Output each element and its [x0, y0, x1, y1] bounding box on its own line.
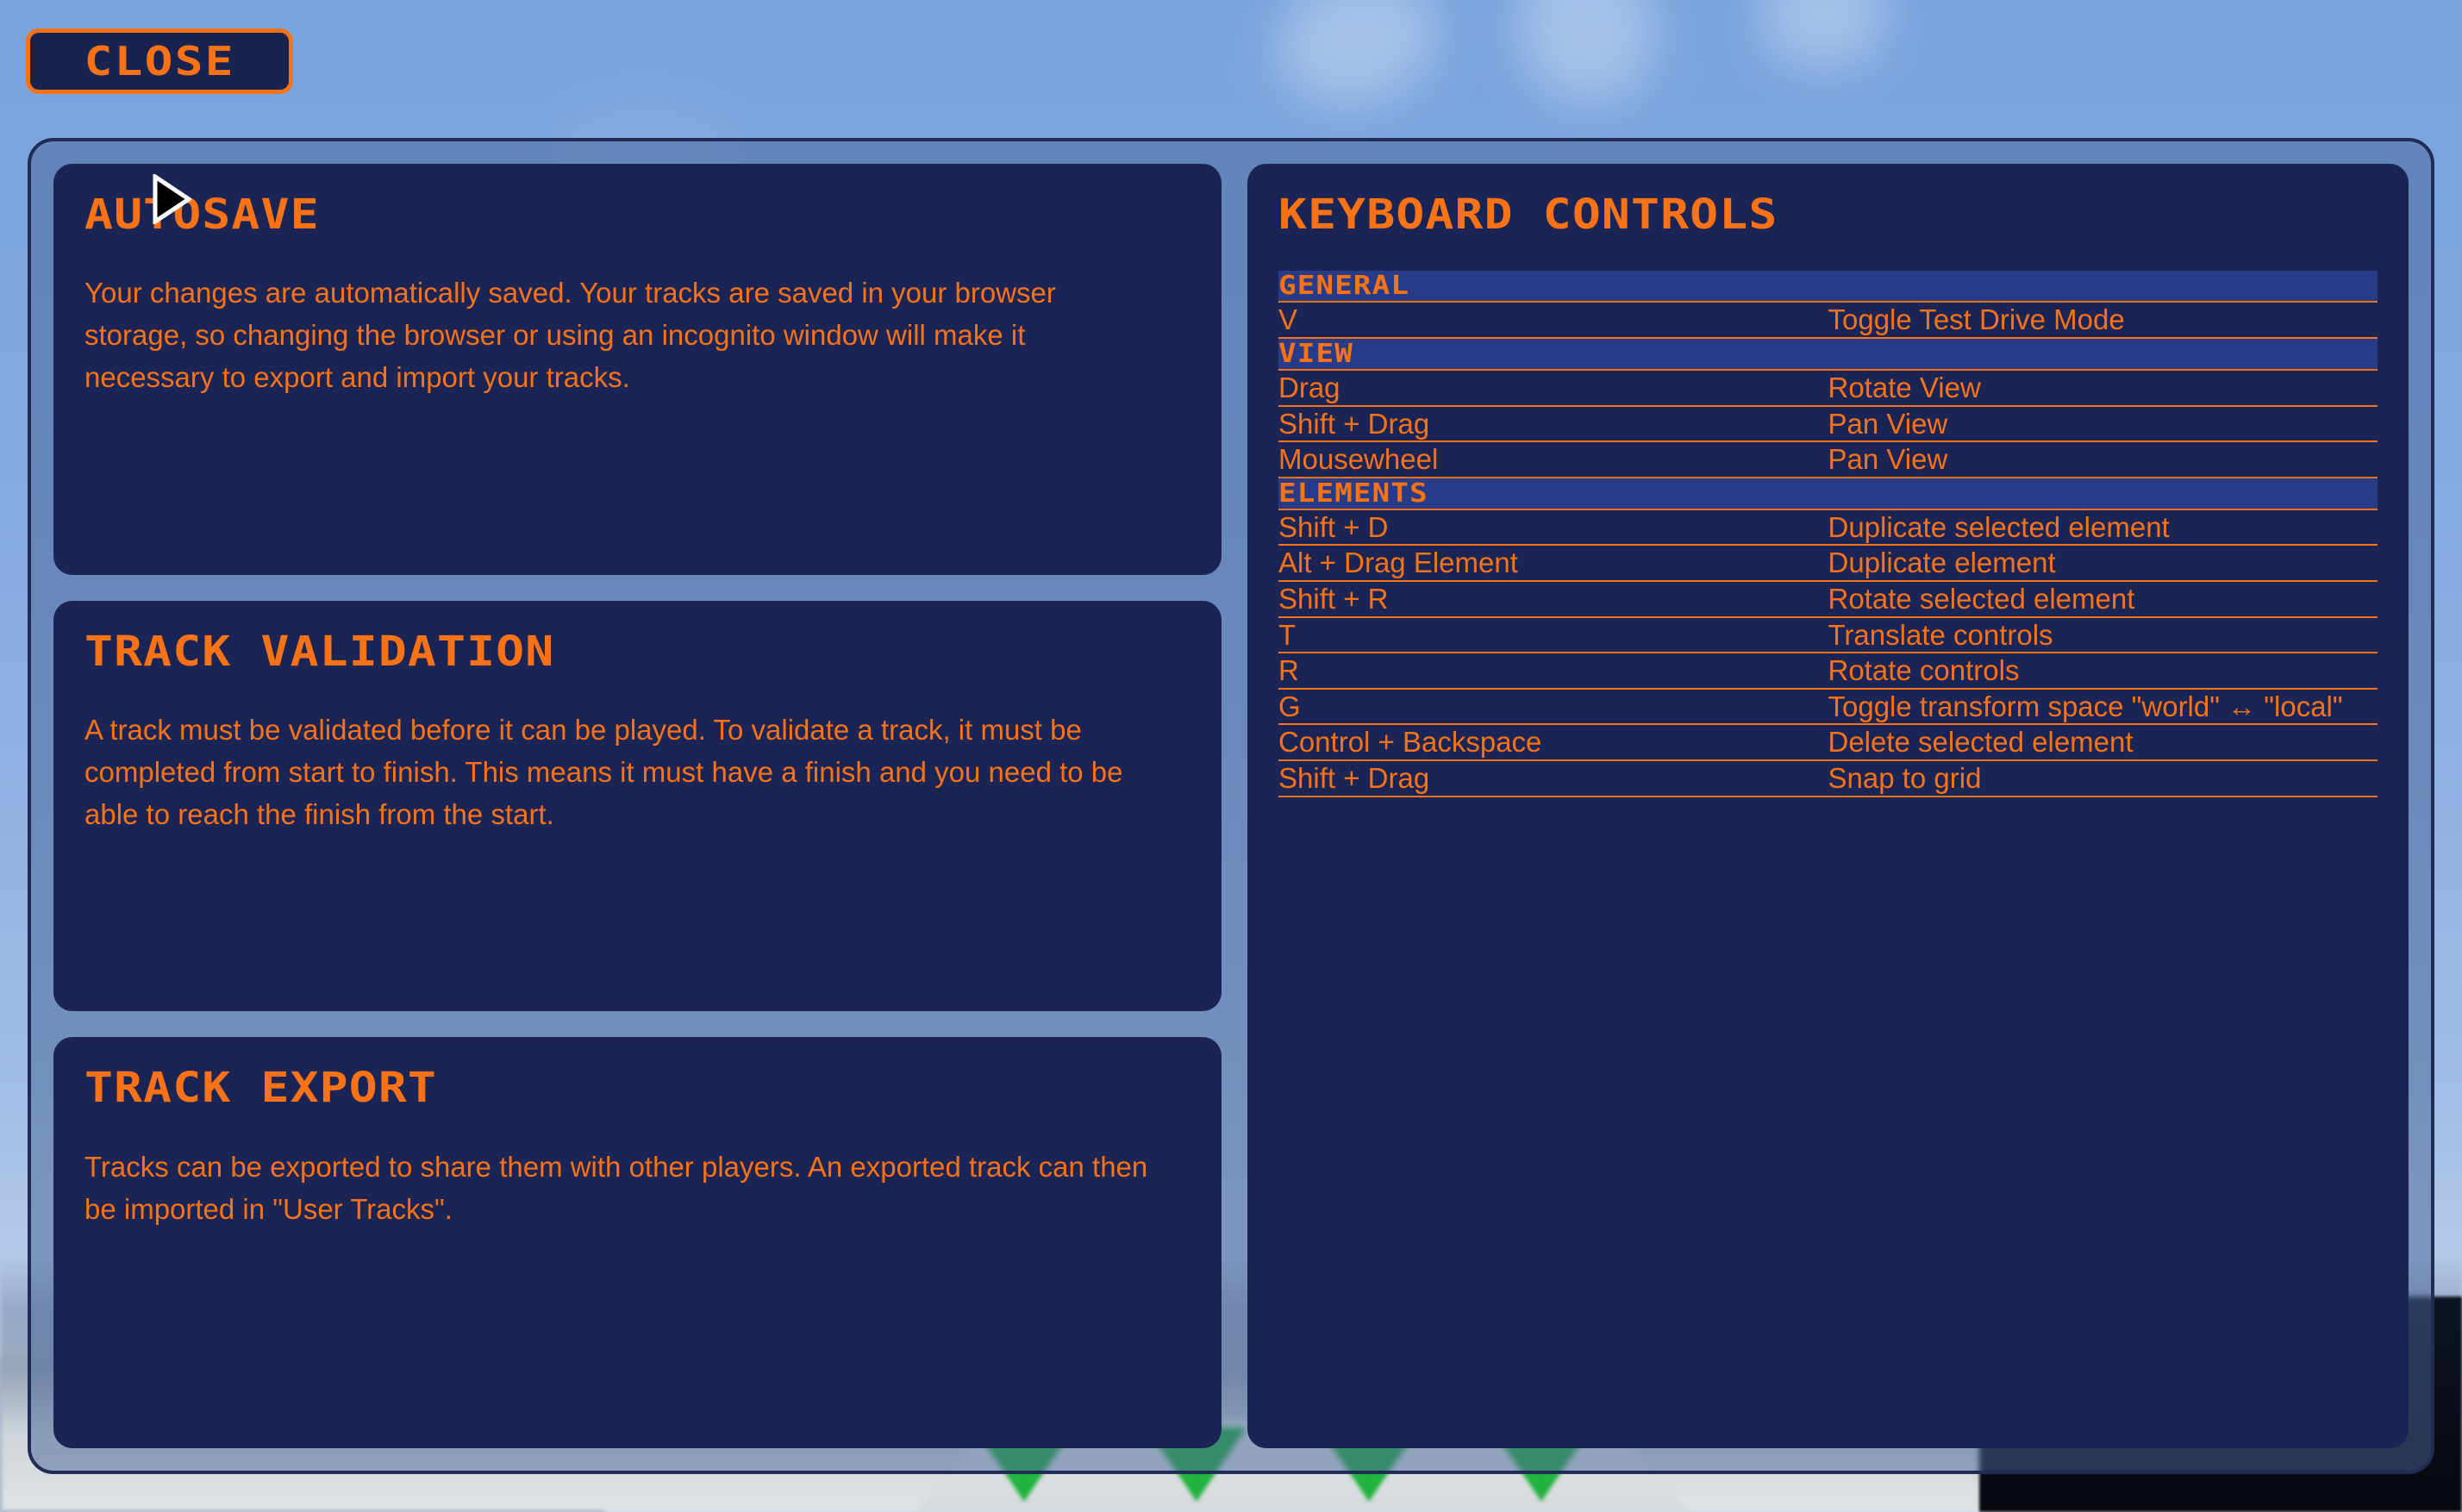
controls-key: Drag — [1278, 369, 1828, 407]
controls-row: G Toggle transform space "world" ↔ "local… — [1278, 688, 2378, 726]
autosave-body: Your changes are automatically saved. Yo… — [84, 277, 1056, 394]
controls-section-label: GENERAL — [1278, 271, 1410, 302]
cloud — [1503, 0, 1670, 116]
controls-description: Pan View — [1828, 405, 2378, 443]
controls-description: Pan View — [1828, 441, 2378, 478]
controls-description: Snap to grid — [1828, 759, 2378, 797]
track-export-body: Tracks can be exported to share them wit… — [84, 1150, 1148, 1225]
controls-description: Translate controls — [1828, 616, 2378, 654]
controls-row: T Translate controls — [1278, 616, 2378, 654]
controls-row: V Toggle Test Drive Mode — [1278, 302, 2378, 339]
track-validation-title: TRACK VALIDATION — [84, 627, 555, 676]
controls-description: Rotate controls — [1828, 653, 2378, 690]
controls-row: Shift + Drag Pan View — [1278, 405, 2378, 443]
controls-section-header: GENERAL — [1278, 271, 2378, 303]
controls-row: Shift + R Rotate selected element — [1278, 580, 2378, 618]
track-export-card: TRACK EXPORT Tracks can be exported to s… — [53, 1037, 1222, 1449]
controls-row: Shift + D Duplicate selected element — [1278, 509, 2378, 547]
controls-description: Delete selected element — [1828, 724, 2378, 761]
controls-key: Control + Backspace — [1278, 724, 1828, 761]
controls-key: Shift + D — [1278, 509, 1828, 547]
controls-description: Rotate View — [1828, 369, 2378, 407]
controls-key: T — [1278, 616, 1828, 654]
controls-key: Mousewheel — [1278, 441, 1828, 478]
close-button-label: CLOSE — [84, 38, 235, 84]
controls-section-label: ELEMENTS — [1278, 478, 1428, 509]
controls-key: Shift + R — [1278, 580, 1828, 618]
controls-key: G — [1278, 688, 1828, 726]
controls-row: R Rotate controls — [1278, 653, 2378, 690]
track-validation-body: A track must be validated before it can … — [84, 714, 1123, 830]
controls-section-header-cell: ELEMENTS — [1278, 477, 2378, 510]
controls-description: Rotate selected element — [1828, 580, 2378, 618]
keyboard-controls-card: KEYBOARD CONTROLS GENERAL V Toggle Test Dr… — [1247, 164, 2409, 1448]
controls-row: Mousewheel Pan View — [1278, 441, 2378, 478]
controls-section-header: ELEMENTS — [1278, 477, 2378, 510]
controls-description: Duplicate selected element — [1828, 509, 2378, 547]
controls-description: Duplicate element — [1828, 545, 2378, 582]
controls-section-header-cell: GENERAL — [1278, 271, 2378, 303]
controls-row: Control + Backspace Delete selected eleme… — [1278, 724, 2378, 761]
info-column: AUTOSAVE Your changes are automatically … — [53, 164, 1222, 1449]
cloud — [1759, 0, 1888, 69]
controls-row: Shift + Drag Snap to grid — [1278, 759, 2378, 797]
controls-key: Shift + Drag — [1278, 405, 1828, 443]
controls-description: Toggle transform space "world" ↔ "local" — [1828, 688, 2378, 726]
keyboard-controls-table: GENERAL V Toggle Test Drive Mode VIEW Drag Ro… — [1278, 271, 2378, 797]
controls-row: Drag Rotate View — [1278, 369, 2378, 407]
controls-key: V — [1278, 302, 1828, 339]
keyboard-controls-title: KEYBOARD CONTROLS — [1278, 191, 1778, 239]
controls-key: Alt + Drag Element — [1278, 545, 1828, 582]
controls-column: KEYBOARD CONTROLS GENERAL V Toggle Test Dr… — [1247, 164, 2409, 1448]
autosave-card: AUTOSAVE Your changes are automatically … — [53, 164, 1222, 575]
controls-description: Toggle Test Drive Mode — [1828, 302, 2378, 339]
cloud — [1259, 0, 1456, 126]
controls-key: Shift + Drag — [1278, 759, 1828, 797]
autosave-title: AUTOSAVE — [84, 191, 320, 239]
controls-section-label: VIEW — [1278, 338, 1353, 369]
controls-section-header-cell: VIEW — [1278, 337, 2378, 371]
close-button[interactable]: CLOSE — [26, 28, 293, 94]
track-export-title: TRACK EXPORT — [84, 1064, 438, 1113]
track-validation-card: TRACK VALIDATION A track must be validat… — [53, 600, 1222, 1012]
controls-section-header: VIEW — [1278, 337, 2378, 371]
controls-key: R — [1278, 653, 1828, 690]
controls-row: Alt + Drag Element Duplicate element — [1278, 545, 2378, 582]
help-overlay-panel: AUTOSAVE Your changes are automatically … — [28, 138, 2434, 1474]
